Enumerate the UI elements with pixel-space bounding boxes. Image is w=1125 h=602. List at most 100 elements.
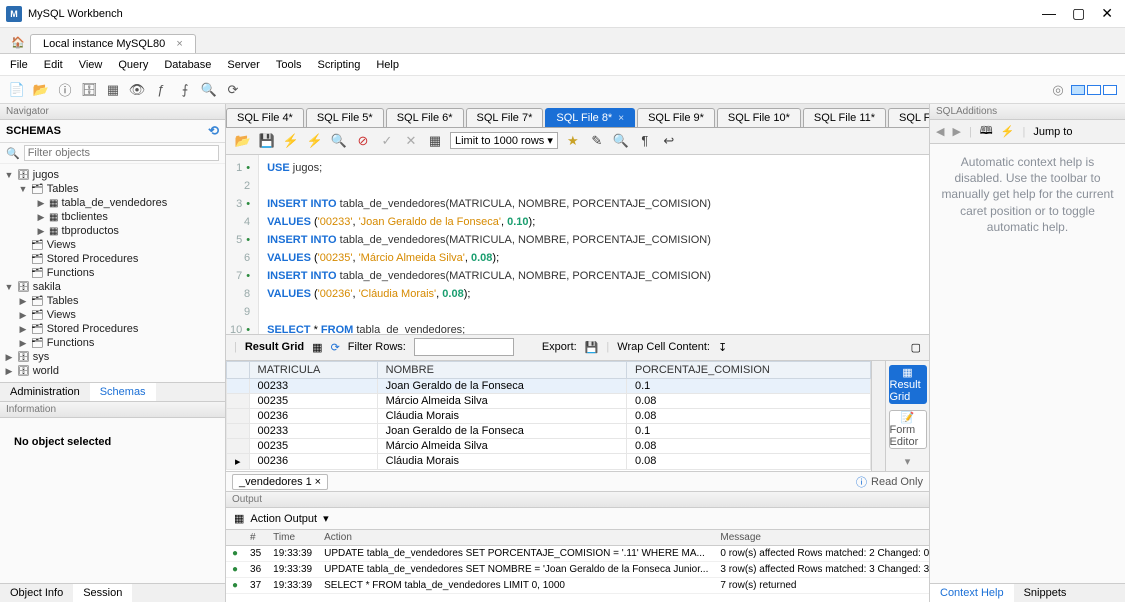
limit-rows-select[interactable]: Limit to 1000 rows ▾: [450, 132, 558, 149]
tree-item[interactable]: ▼🗄jugos: [0, 168, 225, 182]
sql-tab[interactable]: SQL File 11*: [803, 108, 886, 127]
menu-server[interactable]: Server: [227, 59, 259, 71]
wrap-icon[interactable]: ↧: [718, 341, 727, 354]
tree-item[interactable]: ▶🗂Stored Procedures: [0, 322, 225, 336]
tree-item[interactable]: 🗂Stored Procedures: [0, 252, 225, 266]
menu-view[interactable]: View: [79, 59, 103, 71]
rollback-icon[interactable]: ✕: [402, 132, 420, 150]
grid-icon[interactable]: ▦: [312, 341, 322, 354]
open-sql-icon[interactable]: 📂: [32, 81, 50, 99]
sql-tab[interactable]: SQL File 5*: [306, 108, 384, 127]
new-table-icon[interactable]: ▦: [104, 81, 122, 99]
sql-editor[interactable]: 12345678910 USE jugos; INSERT INTO tabla…: [226, 155, 929, 335]
minimize-button[interactable]: —: [1042, 5, 1056, 22]
export-icon[interactable]: 💾: [585, 341, 599, 354]
output-table[interactable]: #TimeActionMessageDuration / Fetch●3519:…: [226, 530, 929, 602]
close-button[interactable]: ✕: [1101, 5, 1113, 22]
chevron-down-icon[interactable]: ▾: [905, 455, 911, 468]
sql-tab[interactable]: SQL File 12*: [888, 108, 929, 127]
close-icon[interactable]: ×: [618, 113, 624, 124]
help-icon[interactable]: 🕮: [980, 122, 993, 141]
result-tab[interactable]: _vendedores 1 ×: [232, 474, 328, 490]
new-proc-icon[interactable]: ƒ: [152, 81, 170, 99]
close-icon[interactable]: ×: [176, 38, 182, 50]
schema-tree[interactable]: ▼🗄jugos▼🗂Tables▶▦tabla_de_vendedores▶▦tb…: [0, 164, 225, 382]
tree-item[interactable]: ▶🗄sys: [0, 350, 225, 364]
tab-snippets[interactable]: Snippets: [1014, 584, 1077, 602]
tab-schemas[interactable]: Schemas: [90, 383, 156, 401]
close-icon[interactable]: ×: [315, 476, 321, 488]
stop-icon[interactable]: ⊘: [354, 132, 372, 150]
tree-item[interactable]: 🗂Views: [0, 238, 225, 252]
jump-to-label[interactable]: Jump to: [1033, 126, 1072, 138]
nav-back-icon[interactable]: ◀: [936, 125, 944, 138]
tree-item[interactable]: ▶🗂Tables: [0, 294, 225, 308]
nav-fwd-icon[interactable]: ▶: [952, 125, 960, 138]
maximize-button[interactable]: ▢: [1072, 5, 1085, 22]
reconnect-icon[interactable]: ⟳: [224, 81, 242, 99]
connection-tab[interactable]: Local instance MySQL80 ×: [30, 34, 196, 53]
tab-context-help[interactable]: Context Help: [930, 584, 1014, 602]
refresh-icon[interactable]: ⟳: [331, 341, 340, 354]
filter-rows-input[interactable]: [414, 338, 514, 356]
tree-item[interactable]: ▶▦tabla_de_vendedores: [0, 196, 225, 210]
sql-tab[interactable]: SQL File 6*: [386, 108, 464, 127]
open-inspector-icon[interactable]: ⓘ: [56, 81, 74, 99]
find-icon[interactable]: ✎: [588, 132, 606, 150]
sql-tab[interactable]: SQL File 7*: [466, 108, 544, 127]
menu-database[interactable]: Database: [164, 59, 211, 71]
explain-icon[interactable]: 🔍: [330, 132, 348, 150]
commit-icon[interactable]: ✓: [378, 132, 396, 150]
toggle-autocomplete-icon[interactable]: ▦: [426, 132, 444, 150]
panel-toggle-buttons[interactable]: [1071, 85, 1117, 95]
grid-view-switcher: ▦Result Grid 📝Form Editor ▾: [885, 361, 929, 471]
tree-item[interactable]: ▶▦tbproductos: [0, 224, 225, 238]
tree-item[interactable]: ▼🗂Tables: [0, 182, 225, 196]
output-icon[interactable]: ▦: [234, 512, 244, 525]
auto-help-icon[interactable]: ⚡: [1001, 125, 1015, 138]
tree-item[interactable]: ▶🗂Views: [0, 308, 225, 322]
menu-file[interactable]: File: [10, 59, 28, 71]
open-file-icon[interactable]: 📂: [234, 132, 252, 150]
toggle-ws-icon[interactable]: ¶: [636, 132, 654, 150]
new-func-icon[interactable]: ⨍: [176, 81, 194, 99]
result-grid-view-button[interactable]: ▦Result Grid: [889, 365, 927, 404]
menu-scripting[interactable]: Scripting: [318, 59, 361, 71]
tree-item[interactable]: ▼🗄sakila: [0, 280, 225, 294]
app-title: MySQL Workbench: [28, 8, 1042, 20]
menu-edit[interactable]: Edit: [44, 59, 63, 71]
tree-item[interactable]: ▶🗂Functions: [0, 336, 225, 350]
sql-tab[interactable]: SQL File 4*: [226, 108, 304, 127]
filter-objects-input[interactable]: [24, 145, 219, 161]
result-grid[interactable]: MATRICULANOMBREPORCENTAJE_COMISION00233J…: [226, 361, 871, 471]
menu-help[interactable]: Help: [376, 59, 399, 71]
search-icon[interactable]: 🔍: [200, 81, 218, 99]
form-editor-view-button[interactable]: 📝Form Editor: [889, 410, 927, 449]
tab-object-info[interactable]: Object Info: [0, 584, 73, 602]
home-tab-icon[interactable]: 🏠: [6, 31, 30, 53]
tab-session[interactable]: Session: [73, 584, 132, 602]
sql-tab[interactable]: SQL File 8*×: [545, 108, 635, 127]
settings-icon[interactable]: ◎: [1049, 81, 1067, 99]
action-output-select[interactable]: Action Output ▾: [250, 512, 328, 525]
save-icon[interactable]: 💾: [258, 132, 276, 150]
toggle-wrap-icon[interactable]: ↩: [660, 132, 678, 150]
new-sql-tab-icon[interactable]: 📄: [8, 81, 26, 99]
menu-tools[interactable]: Tools: [276, 59, 302, 71]
refresh-schemas-icon[interactable]: ⟲: [208, 123, 219, 139]
tree-item[interactable]: 🗂Functions: [0, 266, 225, 280]
execute-icon[interactable]: ⚡: [282, 132, 300, 150]
sql-tab[interactable]: SQL File 9*: [637, 108, 715, 127]
sql-tab[interactable]: SQL File 10*: [717, 108, 801, 127]
tree-item[interactable]: ▶▦tbclientes: [0, 210, 225, 224]
new-view-icon[interactable]: 👁: [128, 81, 146, 99]
execute-step-icon[interactable]: ⚡: [306, 132, 324, 150]
tab-administration[interactable]: Administration: [0, 383, 90, 401]
panel-square-icon[interactable]: ▢: [911, 341, 921, 354]
beautify-icon[interactable]: ★: [564, 132, 582, 150]
tree-item[interactable]: ▶🗄world: [0, 364, 225, 378]
scrollbar-vertical[interactable]: [871, 361, 885, 471]
search-sql-icon[interactable]: 🔍: [612, 132, 630, 150]
new-schema-icon[interactable]: 🗄: [80, 81, 98, 99]
menu-query[interactable]: Query: [118, 59, 148, 71]
